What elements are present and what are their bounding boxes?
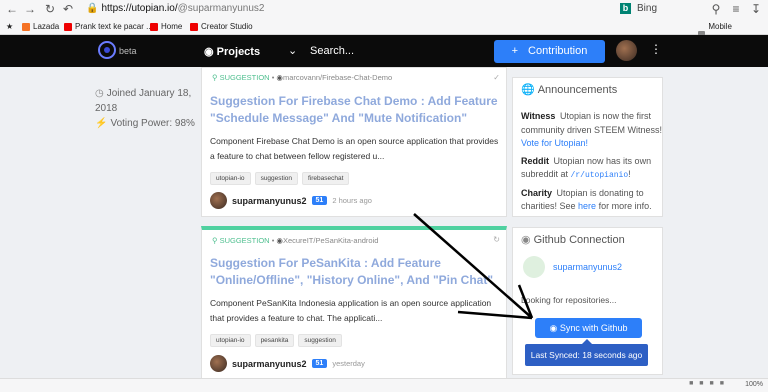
star-icon[interactable]: ★: [6, 18, 13, 35]
refresh-icon: ↻: [493, 235, 500, 244]
github-username[interactable]: suparmanyunus2: [553, 262, 622, 272]
charity-link[interactable]: here: [578, 201, 596, 211]
globe-icon: 🌐: [521, 84, 535, 96]
github-icon: ◉: [521, 234, 531, 246]
announcements-title: 🌐 Announcements: [521, 84, 618, 96]
projects-menu[interactable]: ◉ Projects: [204, 45, 260, 58]
timestamp: yesterday: [332, 359, 365, 368]
last-synced-tooltip: Last Synced: 18 seconds ago: [525, 339, 648, 366]
announcement-charity: Charity Utopian is donating to charities…: [521, 187, 652, 212]
announcement-witness: Witness Utopian is now the first communi…: [521, 111, 663, 148]
chevron-down-icon[interactable]: ⌄: [288, 44, 297, 57]
bookmark-lazada[interactable]: Lazada: [22, 18, 59, 35]
tag-list: utopian-io suggestion firebasechat: [210, 172, 350, 185]
bing-icon: b: [620, 2, 631, 14]
contribution-card[interactable]: ⚲ SUGGESTION • ◉XecureIT/PeSanKita-andro…: [201, 226, 507, 383]
utopian-logo[interactable]: beta: [98, 41, 138, 61]
url-host: https://utopian.io/: [101, 3, 178, 14]
undo-icon[interactable]: ↶: [60, 1, 76, 17]
bookmark-home[interactable]: Home: [150, 18, 182, 35]
youtube-icon: [64, 22, 72, 31]
utopian-logo-icon: [98, 41, 116, 59]
avatar: [523, 256, 545, 278]
plus-icon: +: [511, 45, 519, 57]
card-title[interactable]: Suggestion For PeSanKita : Add Feature "…: [210, 255, 500, 289]
github-icon: ◉: [549, 323, 558, 333]
vote-link[interactable]: Vote for Utopian!: [521, 138, 588, 148]
more-options-icon[interactable]: ⋮: [650, 42, 662, 56]
card-title[interactable]: Suggestion For Firebase Chat Demo : Add …: [210, 93, 500, 127]
repo-link[interactable]: marcovann/Firebase-Chat-Demo: [283, 73, 392, 82]
tag[interactable]: pesankita: [254, 334, 295, 347]
forward-icon[interactable]: →: [22, 1, 38, 17]
subreddit-link[interactable]: /r/utopianio: [571, 171, 629, 180]
zoom-level[interactable]: 100%: [745, 381, 763, 388]
lazada-icon: [22, 22, 30, 31]
search-engine-label: Bing: [637, 3, 658, 14]
download-icon[interactable]: ↧: [748, 1, 764, 17]
youtube-icon: [150, 22, 158, 31]
status-icons: ■■■■: [689, 380, 730, 387]
reputation-badge: 51: [311, 359, 328, 368]
check-icon: ✓: [493, 73, 500, 82]
sync-github-button[interactable]: ◉ Sync with Github: [535, 318, 642, 338]
url-path: @suparmanyunus2: [177, 3, 265, 14]
github-icon: ◉: [204, 46, 214, 58]
category-tag[interactable]: SUGGESTION: [220, 73, 270, 82]
card-meta: ⚲ SUGGESTION • ◉marcovann/Firebase-Chat-…: [212, 73, 393, 82]
search-icon[interactable]: ⚲: [708, 1, 724, 17]
github-title: ◉ Github Connection: [521, 234, 625, 246]
menu-icon[interactable]: ≡: [728, 1, 744, 17]
search-input[interactable]: Search...: [310, 45, 354, 57]
clock-icon: ◷: [95, 88, 104, 99]
announcement-reddit: Reddit Utopian now has its own subreddit…: [521, 155, 652, 181]
pin-icon: ⚲: [212, 73, 218, 82]
tag[interactable]: firebasechat: [302, 172, 350, 185]
tag[interactable]: utopian-io: [210, 172, 251, 185]
avatar[interactable]: [210, 192, 227, 209]
profile-info: ◷ Joined January 18, 2018 ⚡ Voting Power: …: [95, 86, 205, 131]
announcements-panel: 🌐 Announcements Witness Utopian is now th…: [512, 77, 663, 217]
joined-date: ◷ Joined January 18, 2018: [95, 88, 192, 114]
tag[interactable]: suggestion: [298, 334, 342, 347]
status-bar: ■■■■ 100%: [0, 378, 768, 392]
timestamp: 2 hours ago: [332, 196, 372, 205]
github-status: Looking for repositories...: [521, 295, 617, 305]
address-row: ← → ↻ ↶ 🔒 https://utopian.io/@suparmanyun…: [0, 0, 768, 18]
lock-icon: 🔒: [86, 3, 99, 14]
url-bar[interactable]: 🔒 https://utopian.io/@suparmanyunus2: [86, 1, 606, 17]
bolt-icon: ⚡: [95, 118, 108, 129]
user-avatar[interactable]: [616, 40, 637, 61]
reload-icon[interactable]: ↻: [42, 1, 58, 17]
bookmark-prank[interactable]: Prank text ke pacar ...: [64, 18, 153, 35]
repo-link[interactable]: XecureIT/PeSanKita-android: [283, 236, 378, 245]
card-meta: ⚲ SUGGESTION • ◉XecureIT/PeSanKita-andro…: [212, 236, 379, 245]
contribution-card[interactable]: ⚲ SUGGESTION • ◉marcovann/Firebase-Chat-…: [201, 67, 507, 217]
contribution-button[interactable]: + Contribution: [494, 40, 605, 63]
pin-icon: ⚲: [212, 236, 218, 245]
avatar[interactable]: [210, 355, 227, 372]
card-description: Component Firebase Chat Demo is an open …: [210, 136, 499, 161]
category-tag[interactable]: SUGGESTION: [220, 236, 270, 245]
reputation-badge: 51: [311, 196, 328, 205]
author-name[interactable]: suparmanyunus2: [232, 196, 307, 206]
youtube-icon: [190, 22, 198, 31]
author-row: suparmanyunus2 51 2 hours ago: [210, 192, 372, 209]
bookmark-creator-studio[interactable]: Creator Studio: [190, 18, 253, 35]
voting-power: ⚡ Voting Power: 98%: [95, 118, 195, 129]
tag[interactable]: suggestion: [254, 172, 299, 185]
back-icon[interactable]: ←: [4, 1, 20, 17]
browser-chrome: ← → ↻ ↶ 🔒 https://utopian.io/@suparmanyun…: [0, 0, 768, 48]
announcement-list: Witness Utopian is now the first communi…: [521, 110, 663, 218]
beta-label: beta: [119, 46, 137, 56]
author-name[interactable]: suparmanyunus2: [232, 359, 307, 369]
github-user: suparmanyunus2: [523, 256, 622, 278]
tag-list: utopian-io pesankita suggestion: [210, 334, 342, 347]
bookmarks-bar: ★ Lazada Prank text ke pacar ... Home Cr…: [0, 18, 768, 48]
tag[interactable]: utopian-io: [210, 334, 251, 347]
card-description: Component PeSanKita Indonesia applicatio…: [210, 298, 492, 323]
author-row: suparmanyunus2 51 yesterday: [210, 355, 365, 372]
